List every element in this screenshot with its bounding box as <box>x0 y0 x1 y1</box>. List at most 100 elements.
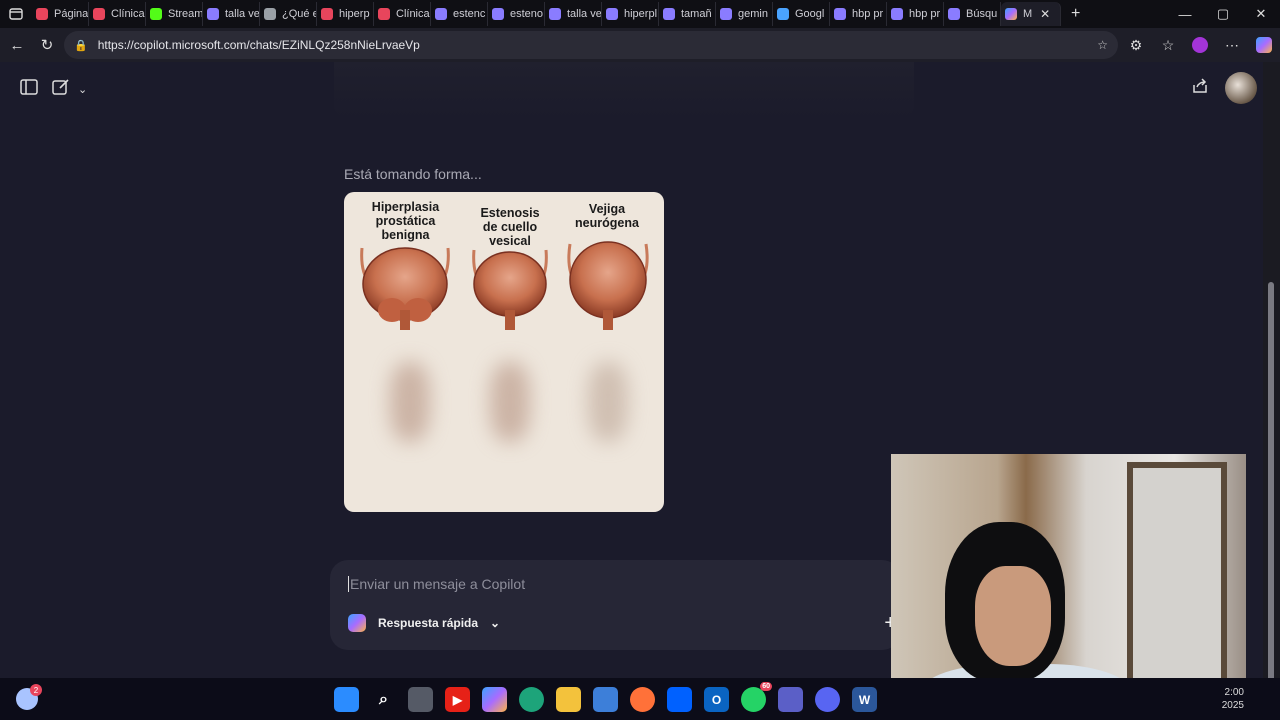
system-clock[interactable]: 2:00 2025 <box>1222 686 1244 712</box>
share-icon[interactable] <box>1191 77 1209 100</box>
tab-favicon-icon <box>549 8 561 20</box>
favorite-star-icon[interactable]: ☆ <box>1097 38 1108 52</box>
copilot-sidebar-icon[interactable] <box>1248 37 1280 53</box>
browser-tab[interactable]: estenc <box>431 2 488 26</box>
browser-tab[interactable]: talla ve <box>203 2 260 26</box>
youtube-icon[interactable]: ▶ <box>445 687 470 712</box>
tab-favicon-icon <box>663 8 675 20</box>
browser-tab[interactable]: Googl <box>773 2 830 26</box>
new-chat-icon[interactable] <box>52 78 70 101</box>
bladder-illustrations <box>360 241 649 330</box>
clock-year: 2025 <box>1221 700 1244 711</box>
whatsapp-icon[interactable]: 60 <box>741 682 772 712</box>
browser-tab[interactable]: hiperp <box>317 2 374 26</box>
taskbar-apps: ⌕ ▶ O 60 W <box>334 682 877 712</box>
page-scrollbar[interactable] <box>1263 62 1280 707</box>
scrollbar-thumb[interactable] <box>1268 282 1274 707</box>
tab-label: Stream <box>168 8 203 20</box>
tab-favicon-icon <box>207 8 219 20</box>
start-icon[interactable] <box>334 687 359 712</box>
word-icon[interactable]: W <box>852 687 877 712</box>
tab-label: estenc <box>453 8 486 20</box>
search-icon[interactable]: ⌕ <box>371 687 396 712</box>
tab-favicon-icon <box>777 8 789 20</box>
browser-tab[interactable]: talla ve <box>545 2 602 26</box>
tab-label: talla ve <box>567 8 602 20</box>
windows-taskbar: 2 ⌕ ▶ O 60 W 2:00 2025 <box>0 678 1280 720</box>
tab-label: Búsqu <box>966 8 998 20</box>
generation-status: Está tomando forma... <box>344 166 482 182</box>
browser-tab[interactable]: gemin <box>716 2 773 26</box>
tab-favicon-icon <box>492 8 504 20</box>
mode-selector[interactable]: Respuesta rápida ⌄ <box>348 614 500 632</box>
tab-label: Página <box>54 8 89 20</box>
browser-tabbar: Página Clínica Stream talla ve ¿Qué e hiperp C… <box>0 0 1280 28</box>
discord-icon[interactable] <box>815 687 840 712</box>
more-menu-icon[interactable]: ⋯ <box>1216 37 1248 54</box>
image-unrendered-right <box>588 362 628 442</box>
minimize-icon[interactable]: — <box>1166 0 1204 28</box>
close-tab-icon[interactable]: ✕ <box>1040 7 1050 21</box>
extensions-icon[interactable]: ⚙ <box>1120 37 1152 54</box>
clock-time: 2:00 <box>1224 687 1244 698</box>
tab-label: Clínica <box>396 8 430 20</box>
toolbar-right: ⚙ ☆ ⋯ <box>1120 28 1280 62</box>
browser-tab[interactable]: hiperpl <box>602 2 659 26</box>
bladder-middle <box>472 249 548 330</box>
tab-actions-icon[interactable] <box>0 0 32 28</box>
browser-tab[interactable]: Stream <box>146 2 203 26</box>
firefox-icon[interactable] <box>630 687 655 712</box>
browser-tab[interactable]: Página <box>32 2 89 26</box>
file-explorer-icon[interactable] <box>556 687 581 712</box>
favorites-icon[interactable]: ☆ <box>1152 37 1184 54</box>
chevron-down-icon[interactable]: ⌄ <box>78 83 87 96</box>
sidebar-toggle-icon[interactable] <box>20 79 38 100</box>
site-info-icon[interactable]: 🔒 <box>74 39 88 52</box>
tab-label: hiperpl <box>624 8 658 20</box>
store-icon[interactable] <box>593 687 618 712</box>
window-controls: — ▢ ✕ <box>1166 0 1280 28</box>
tab-label: gemin <box>738 8 768 20</box>
whatsapp-badge: 60 <box>760 682 772 691</box>
widgets-badge: 2 <box>30 684 42 696</box>
reload-icon[interactable]: ↻ <box>32 30 62 60</box>
browser-tab[interactable]: Clínica <box>89 2 146 26</box>
new-tab-button[interactable]: + <box>1071 5 1080 23</box>
browser-toolbar: ← ↻ 🔒 https://copilot.microsoft.com/chat… <box>0 28 1280 62</box>
maximize-icon[interactable]: ▢ <box>1204 0 1242 28</box>
top-left-actions: ⌄ <box>20 78 87 101</box>
generated-image[interactable]: Hiperplasia prostática benigna Estenosis… <box>344 192 664 512</box>
teams-icon[interactable] <box>778 687 803 712</box>
tab-favicon-icon <box>891 8 903 20</box>
tab-label: talla ve <box>225 8 260 20</box>
browser-tab[interactable]: ¿Qué e <box>260 2 317 26</box>
profile-avatar[interactable] <box>1192 37 1208 53</box>
browser-tab[interactable]: hbp pr <box>887 2 944 26</box>
task-view-icon[interactable] <box>408 687 433 712</box>
edge-icon[interactable] <box>519 687 544 712</box>
browser-tab[interactable]: Búsqu <box>944 2 1001 26</box>
address-bar[interactable]: 🔒 https://copilot.microsoft.com/chats/EZ… <box>64 31 1118 59</box>
user-avatar[interactable] <box>1225 72 1257 104</box>
mode-label: Respuesta rápida <box>378 616 479 630</box>
tab-label: hbp pr <box>909 8 941 20</box>
browser-tab[interactable]: hbp pr <box>830 2 887 26</box>
copilot-app-icon[interactable] <box>482 687 507 712</box>
previous-message-faded <box>334 62 914 118</box>
browser-tab[interactable]: Clínica <box>374 2 431 26</box>
tab-label: hbp pr <box>852 8 884 20</box>
close-window-icon[interactable]: ✕ <box>1242 0 1280 28</box>
tab-label: Googl <box>795 8 825 20</box>
browser-tab[interactable]: esteno <box>488 2 545 26</box>
tab-label: Clínica <box>111 8 145 20</box>
outlook-icon[interactable]: O <box>704 687 729 712</box>
message-composer[interactable]: Enviar un mensaje a Copilot Respuesta rá… <box>330 560 900 650</box>
dropbox-icon[interactable] <box>667 687 692 712</box>
message-input[interactable]: Enviar un mensaje a Copilot <box>348 576 525 592</box>
tab-favicon-icon <box>720 8 732 20</box>
back-icon[interactable]: ← <box>2 30 32 60</box>
tab-favicon-icon <box>834 8 846 20</box>
tab-active-copilot[interactable]: M ✕ <box>1001 2 1061 26</box>
browser-tab[interactable]: tamañ <box>659 2 716 26</box>
tab-label: ¿Qué e <box>282 8 317 20</box>
